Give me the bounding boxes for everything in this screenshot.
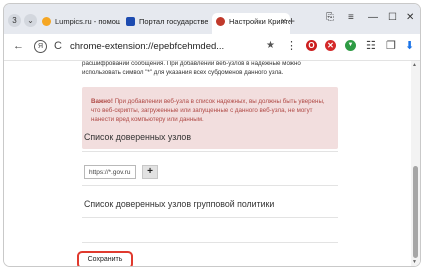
settings-page: расшифровании сообщения. При добавлении … — [4, 61, 420, 266]
reading-list-icon[interactable]: ❐ — [386, 40, 396, 52]
divider — [82, 185, 338, 186]
intro-text: расшифровании сообщения. При добавлении … — [82, 61, 301, 76]
warning-label: Важно! — [91, 98, 113, 105]
opera-icon[interactable]: O — [306, 40, 317, 51]
cryptopro-favicon-icon — [216, 16, 225, 26]
reload-icon[interactable]: C — [54, 40, 62, 52]
shield-icon[interactable]: ▼ — [345, 40, 356, 51]
lumpics-favicon-icon — [42, 16, 51, 26]
restore-button[interactable]: ☐ — [388, 12, 397, 23]
scrollbar-thumb[interactable] — [413, 166, 418, 258]
group-policy-sites-heading: Список доверенных узлов групповой полити… — [84, 199, 275, 209]
trusted-site-input[interactable]: https://*.gov.ru — [84, 165, 136, 179]
yandex-logo-icon[interactable]: Я — [34, 40, 47, 53]
tab-cryptopro-settings[interactable]: Настройки КриптоПро ✕ — [212, 13, 290, 34]
address-bar[interactable]: chrome-extension://epebfcehmded... — [70, 39, 264, 54]
gosuslugi-favicon-icon — [126, 16, 135, 26]
divider — [82, 151, 338, 152]
tab-title: Портал государственн... — [139, 17, 208, 26]
address-toolbar: ← Я C chrome-extension://epebfcehmded...… — [4, 34, 420, 61]
tab-gosuslugi[interactable]: Портал государственн... — [126, 13, 208, 30]
new-tab-button[interactable]: + — [288, 15, 295, 27]
back-icon[interactable]: ← — [13, 40, 24, 52]
downloads-icon[interactable]: ⬇ — [405, 40, 414, 52]
menu-icon[interactable]: ≡ — [348, 12, 354, 23]
divider — [82, 242, 338, 243]
warning-body: При добавлении веб-узла в список надежны… — [91, 98, 325, 123]
tab-lumpics[interactable]: Lumpics.ru - помощь с... — [42, 13, 120, 30]
tab-counter[interactable]: 3 — [8, 14, 21, 27]
warning-text: Важно! При добавлении веб-узла в список … — [91, 97, 331, 124]
add-site-button[interactable]: + — [142, 165, 158, 179]
more-options-icon[interactable]: ⋮ — [286, 40, 297, 52]
red-x-icon[interactable]: ✕ — [325, 40, 336, 51]
minimize-button[interactable]: — — [368, 12, 378, 23]
browser-window: 3 ⌄ Lumpics.ru - помощь с... Портал госу… — [4, 4, 420, 266]
close-tab-icon[interactable]: ✕ — [280, 13, 287, 30]
bookmark-icon[interactable]: ⎘ — [326, 12, 334, 23]
tab-list-dropdown[interactable]: ⌄ — [24, 14, 37, 27]
bookmark-star-icon[interactable]: ★ — [266, 40, 275, 51]
tab-strip: 3 ⌄ Lumpics.ru - помощь с... Портал госу… — [4, 4, 420, 34]
tab-title: Lumpics.ru - помощь с... — [55, 17, 120, 26]
divider — [82, 217, 338, 218]
scroll-down-icon[interactable]: ▼ — [412, 259, 417, 265]
save-button[interactable]: Сохранить — [82, 255, 128, 265]
close-window-button[interactable]: ✕ — [406, 12, 414, 23]
save-button-highlight: Сохранить — [77, 251, 133, 266]
trusted-sites-heading: Список доверенных узлов — [84, 132, 192, 142]
scroll-up-icon[interactable]: ▲ — [412, 62, 417, 68]
bookmarks-icon[interactable]: ☷ — [366, 40, 376, 52]
